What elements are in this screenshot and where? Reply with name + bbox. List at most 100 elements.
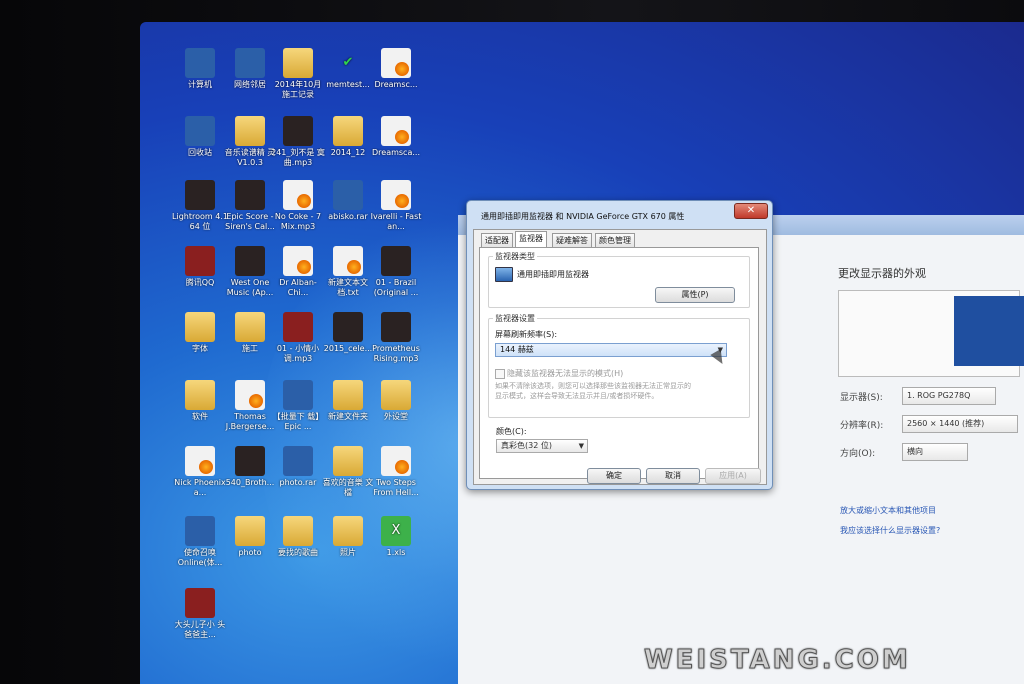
dark-file-icon	[381, 246, 411, 276]
desktop-icon[interactable]: photo.rar	[270, 446, 326, 498]
desktop-icon[interactable]: 01 - 小情小 调.mp3	[270, 312, 326, 364]
cancel-button[interactable]: 取消	[646, 468, 700, 484]
monitor-settings-caption: 监视器设置	[493, 313, 537, 324]
close-icon[interactable]: ✕	[734, 203, 768, 219]
hide-modes-label: 隐藏该监视器无法显示的模式(H)	[507, 369, 624, 378]
desktop-icon-label: 01 - 小情小 调.mp3	[276, 344, 320, 363]
desktop-icon-label: 腾讯QQ	[185, 278, 215, 287]
desktop-icon[interactable]: 使命召唤 Online(体...	[172, 516, 228, 568]
colors-label: 颜色(C):	[496, 427, 527, 436]
desktop-icon-label: 字体	[192, 344, 208, 353]
blue-file-icon	[185, 116, 215, 146]
desktop-icon[interactable]: 要找的歌曲	[270, 516, 326, 568]
monitor-type-group: 监视器类型 通用即插即用监视器 属性(P)	[488, 251, 750, 308]
dark-file-icon	[283, 116, 313, 146]
desktop-icon-label: 1.xls	[386, 548, 406, 557]
colors-value: 真彩色(32 位)	[501, 441, 552, 450]
dark-file-icon	[235, 446, 265, 476]
watermark: WEISTANG.COM	[644, 645, 911, 676]
folder-file-icon	[283, 516, 313, 546]
monitor-icon	[495, 267, 513, 282]
tab-adapter[interactable]: 适配器	[481, 233, 513, 247]
dialog-title: 通用即插即用监视器 和 NVIDIA GeForce GTX 670 属性	[481, 212, 685, 221]
folder-file-icon	[235, 516, 265, 546]
monitor-preview[interactable]	[838, 290, 1024, 377]
desktop-icon[interactable]: Dr Alban-Chi...	[270, 246, 326, 298]
folder-file-icon	[333, 116, 363, 146]
display-label: 显示器(S):	[840, 393, 883, 403]
desktop-icon[interactable]: Nick Phoenix a...	[172, 446, 228, 498]
media-file-icon	[381, 180, 411, 210]
hide-modes-note-1: 如果不清除该选项，则您可以选择那些该监视器无法正常显示的	[495, 382, 691, 390]
desktop-icon[interactable]: 241_刘不是 寞曲.mp3	[270, 116, 326, 168]
desktop-icon[interactable]: Dreamsc...	[368, 48, 424, 100]
folder-file-icon	[283, 48, 313, 78]
desktop-icon[interactable]: 回收站	[172, 116, 228, 168]
display-panel-title: 更改显示器的外观	[838, 267, 926, 280]
desktop-icon[interactable]: Ivarelli - Fast an...	[368, 180, 424, 232]
tab-monitor[interactable]: 监视器	[515, 231, 547, 248]
monitor-type-caption: 监视器类型	[493, 251, 537, 262]
orientation-select[interactable]: 横向	[902, 443, 968, 461]
desktop-icon-label: Lightroom 4.1 64 位	[172, 212, 228, 231]
monitor-settings-group: 监视器设置 屏幕刷新频率(S): 144 赫兹 ▼ 隐藏该监视器无法显示的模式(…	[488, 313, 750, 418]
check-file-icon: ✔	[342, 55, 354, 70]
media-file-icon	[381, 446, 411, 476]
desktop-icon-label: Dr Alban-Chi...	[279, 278, 317, 297]
apply-button[interactable]: 应用(A)	[705, 468, 761, 484]
folder-file-icon	[333, 380, 363, 410]
desktop-icon-label: 241_刘不是 寞曲.mp3	[271, 148, 325, 167]
colors-select[interactable]: 真彩色(32 位) ▼	[496, 439, 588, 453]
folder-file-icon	[235, 116, 265, 146]
desktop-icon[interactable]: Two Steps From Hell...	[368, 446, 424, 498]
desktop-icon[interactable]: 【批量下 载】Epic ...	[270, 380, 326, 432]
media-file-icon	[283, 180, 313, 210]
media-file-icon	[283, 246, 313, 276]
red-file-icon	[185, 246, 215, 276]
ok-button[interactable]: 确定	[587, 468, 641, 484]
desktop-icon-label: 软件	[192, 412, 208, 421]
display-select[interactable]: 1. ROG PG278Q	[902, 387, 996, 405]
desktop-icon[interactable]: X 1.xls	[368, 516, 424, 568]
desktop-icon[interactable]: Dreamsca...	[368, 116, 424, 168]
desktop-icon[interactable]: 计算机	[172, 48, 228, 100]
desktop-icon[interactable]: 大头儿子小 头爸爸主...	[172, 588, 228, 640]
desktop-icon[interactable]: 2014年10月 施工记录	[270, 48, 326, 100]
blue-file-icon	[235, 48, 265, 78]
tab-color-management[interactable]: 颜色管理	[595, 233, 635, 247]
monitor-name: 通用即插即用监视器	[517, 270, 589, 279]
desktop-icon-label: 2014年10月 施工记录	[274, 80, 322, 99]
blue-file-icon	[283, 380, 313, 410]
refresh-rate-value: 144 赫兹	[500, 345, 534, 354]
desktop-icon-label: Dreamsca...	[372, 148, 420, 157]
desktop-icon[interactable]: 外设堂	[368, 380, 424, 432]
tab-troubleshoot[interactable]: 疑难解答	[552, 233, 592, 247]
dark-file-icon	[381, 312, 411, 342]
hide-modes-checkbox[interactable]	[495, 369, 505, 379]
refresh-rate-select[interactable]: 144 赫兹 ▼	[495, 343, 727, 357]
properties-button[interactable]: 属性(P)	[655, 287, 735, 303]
desktop-icon[interactable]: No Coke - 7 Mix.mp3	[270, 180, 326, 232]
desktop-icon-label: Two Steps From Hell...	[373, 478, 419, 497]
dark-file-icon	[185, 180, 215, 210]
desktop-icon-label: 外设堂	[384, 412, 408, 421]
desktop-icon-label: 回收站	[188, 148, 212, 157]
resolution-select[interactable]: 2560 × 1440 (推荐)	[902, 415, 1018, 433]
desktop-icon[interactable]: Prometheus Rising.mp3	[368, 312, 424, 364]
text-size-link[interactable]: 放大或缩小文本和其他项目	[840, 505, 936, 516]
desktop-icon-label: No Coke - 7 Mix.mp3	[274, 212, 322, 231]
help-link[interactable]: 我应该选择什么显示器设置?	[840, 525, 940, 536]
desktop-icon-label: Nick Phoenix a...	[174, 478, 226, 497]
dark-file-icon	[235, 180, 265, 210]
folder-file-icon	[381, 380, 411, 410]
media-file-icon	[381, 116, 411, 146]
desktop-icon-label: 要找的歌曲	[278, 548, 318, 557]
desktop-icon-label: Prometheus Rising.mp3	[372, 344, 420, 363]
desktop-icon[interactable]: 01 - Brazil (Original ...	[368, 246, 424, 298]
resolution-label: 分辨率(R):	[840, 421, 884, 431]
desktop-icon[interactable]: Lightroom 4.1 64 位	[172, 180, 228, 232]
desktop-icon[interactable]: 软件	[172, 380, 228, 432]
desktop-icon[interactable]: 字体	[172, 312, 228, 364]
desktop-icon[interactable]: 腾讯QQ	[172, 246, 228, 298]
chevron-down-icon: ▼	[578, 442, 584, 450]
